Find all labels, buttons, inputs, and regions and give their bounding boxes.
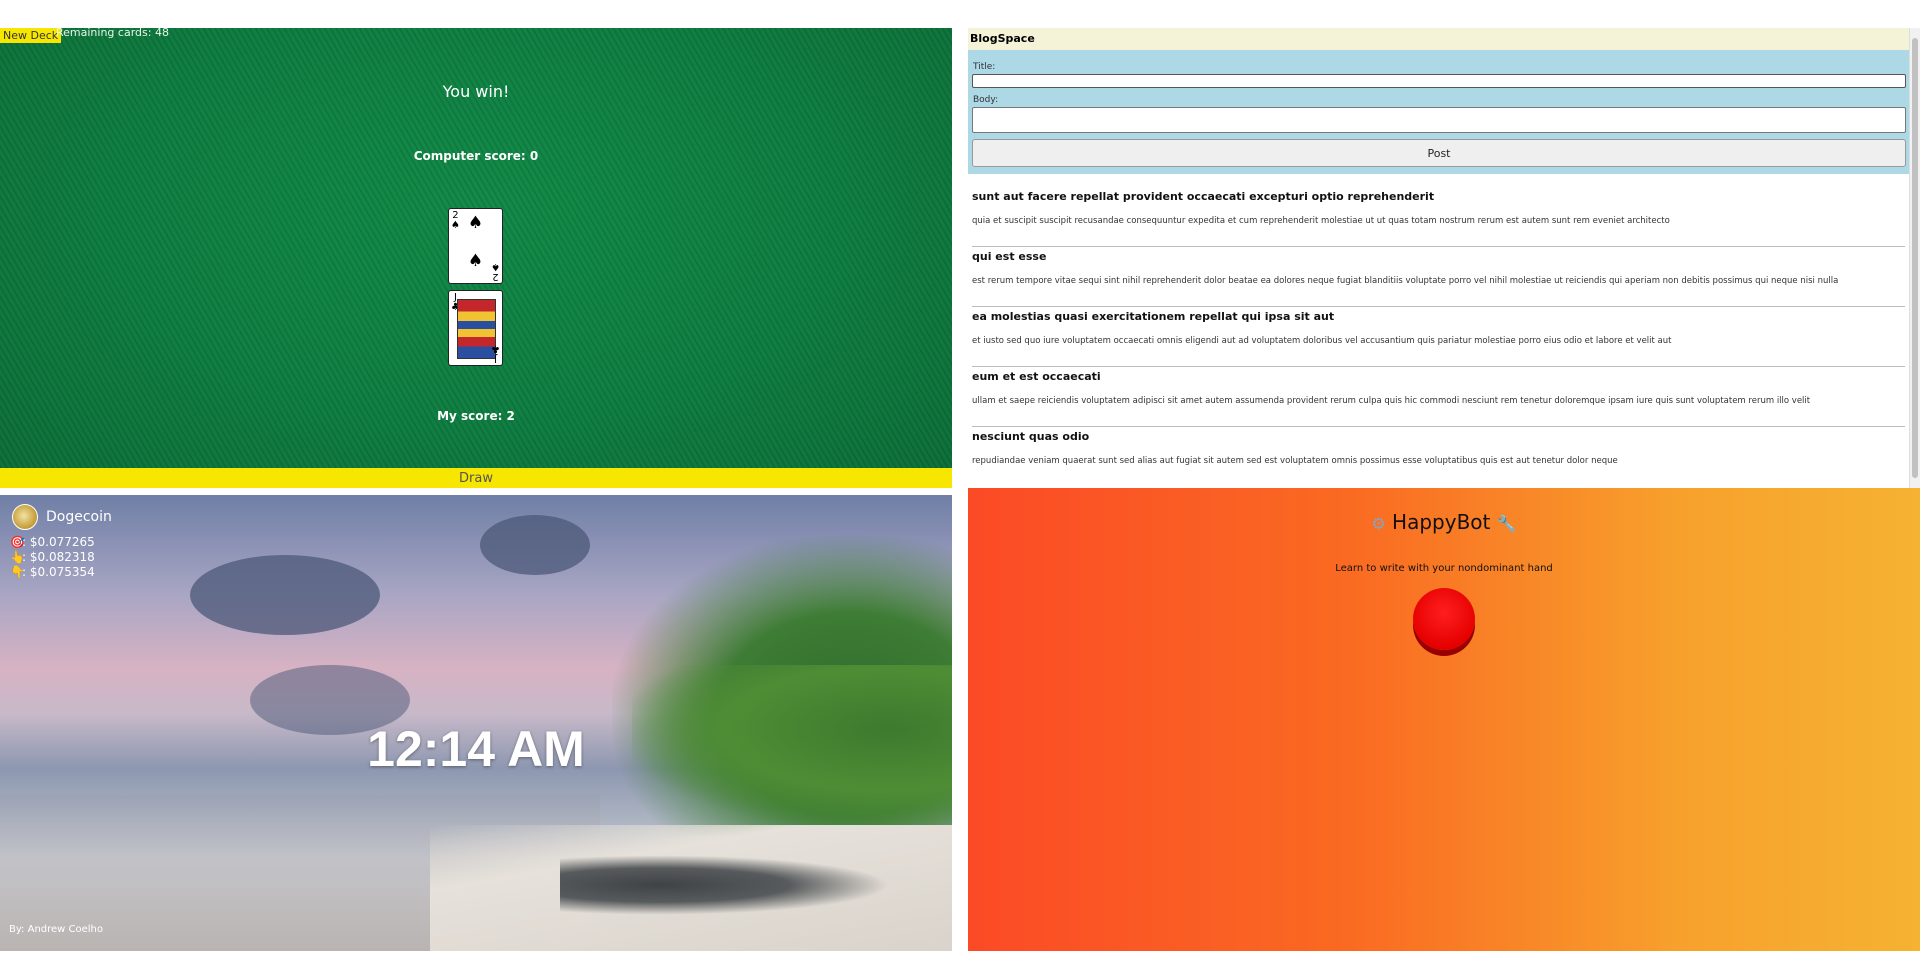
post-body: ullam et saepe reiciendis voluptatem adi…: [972, 396, 1811, 406]
remaining-cards: Remaining cards: 48: [56, 28, 169, 39]
post-button[interactable]: Post: [972, 139, 1906, 167]
my-score: My score: 2: [437, 409, 515, 423]
spade-icon: ♠: [467, 213, 484, 233]
scroll-thumb[interactable]: [1912, 38, 1918, 478]
title-label: Title:: [973, 62, 996, 72]
list-item: nesciunt quas odio repudiandae veniam qu…: [972, 428, 1905, 486]
happybot-app: ⚙ HappyBot 🔧 Learn to write with your no…: [968, 488, 1920, 951]
scrollbar[interactable]: [1909, 28, 1920, 488]
body-input[interactable]: [972, 107, 1906, 133]
dogecoin-dashboard: Dogecoin 🎯: $0.077265 👆: $0.082318 👇: $0…: [0, 495, 952, 951]
wrench-icon: 🔧: [1496, 514, 1517, 533]
post-title: ea molestias quasi exercitationem repell…: [972, 310, 1335, 323]
page-title: ⚙ HappyBot 🔧: [1371, 510, 1517, 534]
target-icon: 🎯: [10, 535, 25, 549]
post-title: sunt aut facere repellat provident occae…: [972, 190, 1435, 203]
post-body: est rerum tempore vitae sequi sint nihil…: [972, 276, 1839, 286]
list-item: ea molestias quasi exercitationem repell…: [972, 308, 1905, 367]
current-price: 🎯: $0.077265: [10, 535, 95, 549]
post-title: nesciunt quas odio: [972, 430, 1090, 443]
rocks: [560, 855, 890, 915]
clock: 12:14 AM: [367, 721, 585, 777]
subtitle: Learn to write with your nondominant han…: [1335, 563, 1553, 574]
thumbs-up-icon: 👆: [10, 550, 25, 564]
draw-button[interactable]: Draw: [0, 468, 952, 488]
cloud: [190, 555, 380, 635]
post-body: repudiandae veniam quaerat sunt sed alia…: [972, 456, 1618, 466]
post-title: eum et est occaecati: [972, 370, 1101, 383]
title-input[interactable]: [972, 74, 1906, 88]
low-price: 👇: $0.075354: [10, 565, 95, 579]
coin-name: Dogecoin: [46, 509, 112, 525]
card-corner-bottom: 2 ♠: [491, 261, 500, 282]
list-item: sunt aut facere repellat provident occae…: [972, 188, 1905, 247]
thumbs-down-icon: 👇: [10, 565, 25, 579]
blog-header: BlogSpace: [968, 28, 1912, 50]
body-label: Body:: [973, 95, 999, 105]
list-item: qui est esse est rerum tempore vitae seq…: [972, 248, 1905, 307]
card-corner-bottom: J ♣: [491, 343, 500, 364]
new-deck-button[interactable]: New Deck: [0, 28, 62, 43]
new-post-form: Title: Body: Post: [968, 50, 1910, 174]
photo-credit: By: Andrew Coelho: [9, 924, 104, 935]
player-card: J ♣ J ♣: [448, 290, 503, 366]
game-result: You win!: [442, 82, 510, 101]
gear-icon: ⚙: [1371, 514, 1386, 533]
computer-card: 2 ♠ ♠ ♠ 2 ♠: [448, 208, 503, 284]
post-body: quia et suscipit suscipit recusandae con…: [972, 216, 1670, 226]
post-list: sunt aut facere repellat provident occae…: [972, 188, 1905, 487]
blogspace-app: BlogSpace Title: Body: Post sunt aut fac…: [968, 28, 1920, 488]
computer-score: Computer score: 0: [413, 149, 539, 163]
post-body: et iusto sed quo iure voluptatem occaeca…: [972, 336, 1672, 346]
war-card-game: New Deck Remaining cards: 48 You win! Co…: [0, 28, 952, 488]
big-red-button[interactable]: [1413, 588, 1475, 650]
high-price: 👆: $0.082318: [10, 550, 95, 564]
list-item: eum et est occaecati ullam et saepe reic…: [972, 368, 1905, 427]
dogecoin-logo-icon: [12, 504, 38, 530]
cloud: [480, 515, 590, 575]
post-title: qui est esse: [972, 250, 1047, 263]
